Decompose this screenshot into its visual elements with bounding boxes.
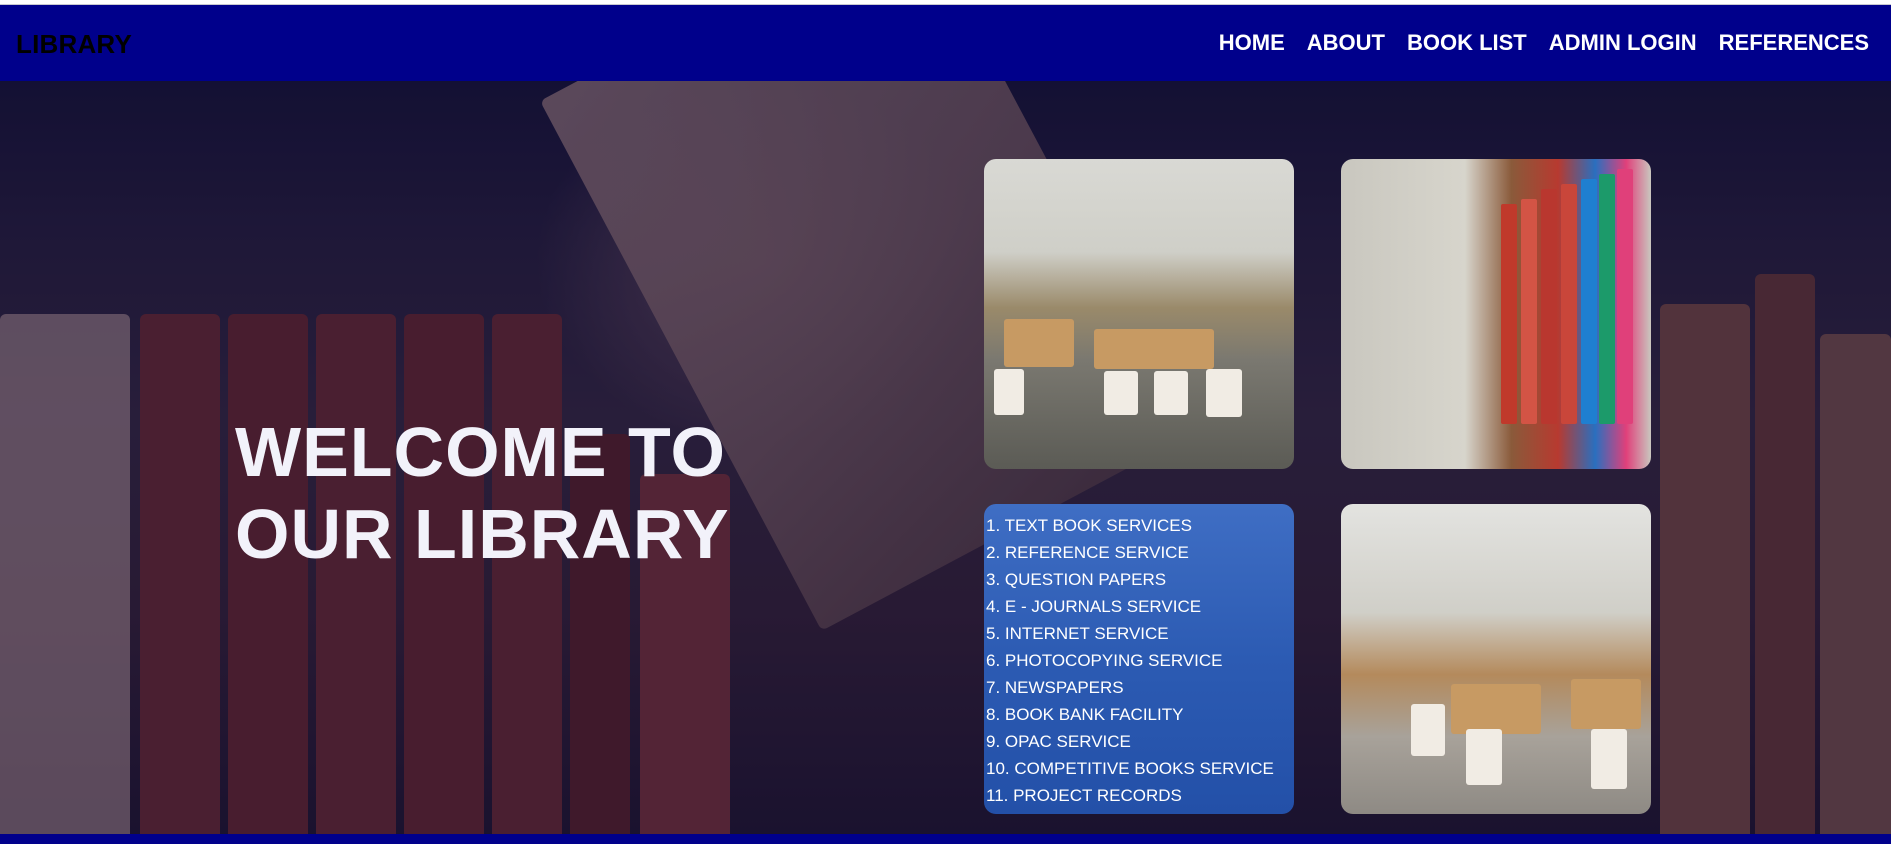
service-item: 7. NEWSPAPERS — [986, 678, 1124, 697]
service-item: 1. TEXT BOOK SERVICES — [986, 516, 1192, 535]
nav-about[interactable]: ABOUT — [1307, 30, 1385, 56]
service-item: 10. COMPETITIVE BOOKS SERVICE — [986, 759, 1274, 778]
service-item: 4. E - JOURNALS SERVICE — [986, 597, 1202, 616]
library-photo-bookshelf — [1341, 159, 1651, 469]
service-item: 5. INTERNET SERVICE — [986, 624, 1169, 643]
service-item: 6. PHOTOCOPYING SERVICE — [986, 651, 1223, 670]
main-nav: HOME ABOUT BOOK LIST ADMIN LOGIN REFEREN… — [1197, 30, 1869, 56]
hero-title-line1: WELCOME TO — [235, 413, 726, 491]
hero-title: WELCOME TO OUR LIBRARY — [235, 411, 730, 575]
service-item: 9. OPAC SERVICE — [986, 732, 1131, 751]
nav-book-list[interactable]: BOOK LIST — [1407, 30, 1527, 56]
service-item: 3. QUESTION PAPERS — [986, 570, 1167, 589]
service-item: 8. BOOK BANK FACILITY — [986, 705, 1184, 724]
library-photo-study-tables — [1341, 504, 1651, 814]
services-list: 1. TEXT BOOK SERVICES 2. REFERENCE SERVI… — [984, 512, 1294, 809]
library-photo-reading-area — [984, 159, 1294, 469]
brand-logo[interactable]: LIBRARY — [16, 29, 132, 60]
nav-references[interactable]: REFERENCES — [1719, 30, 1869, 56]
nav-admin-login[interactable]: ADMIN LOGIN — [1549, 30, 1697, 56]
nav-home[interactable]: HOME — [1219, 30, 1285, 56]
navbar: LIBRARY HOME ABOUT BOOK LIST ADMIN LOGIN… — [0, 5, 1891, 81]
service-item: 2. REFERENCE SERVICE — [986, 543, 1189, 562]
footer-strip — [0, 834, 1891, 844]
services-list-board: 1. TEXT BOOK SERVICES 2. REFERENCE SERVI… — [984, 504, 1294, 814]
service-item: 11. PROJECT RECORDS — [986, 786, 1182, 805]
hero-title-line2: OUR LIBRARY — [235, 495, 730, 573]
